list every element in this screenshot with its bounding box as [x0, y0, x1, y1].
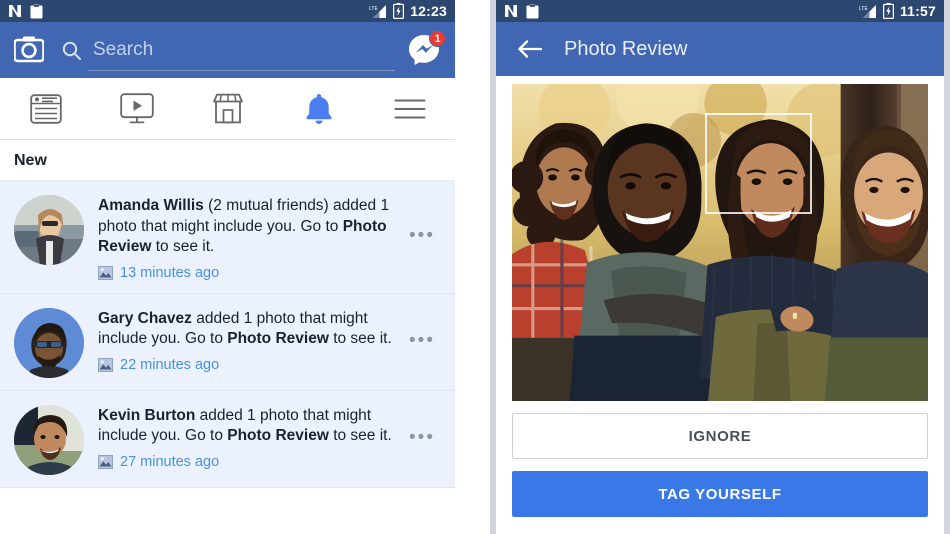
notification-text: Kevin Burton added 1 photo that might in… [98, 406, 399, 447]
notification-more-options-button[interactable]: ••• [405, 226, 445, 249]
notification-body-after: to see it. [328, 330, 392, 348]
notification-meta: 27 minutes ago [98, 454, 399, 470]
notification-body-after: to see it. [328, 427, 392, 445]
photo-container [496, 76, 944, 401]
notification-row[interactable]: Gary Chavez added 1 photo that might inc… [0, 293, 455, 391]
photo-thumbnail-icon [98, 265, 113, 280]
right-phone-panel: LTE 11:57 Photo Review IGNORE TAG YOURSE… [490, 0, 950, 534]
sidebar-item-watch[interactable] [91, 78, 182, 139]
tag-yourself-button[interactable]: TAG YOURSELF [512, 471, 928, 517]
left-status-bar: LTE 12:23 [0, 0, 455, 22]
notification-timestamp: 13 minutes ago [120, 264, 220, 281]
facebook-top-bar: 1 [0, 22, 455, 78]
svg-text:LTE: LTE [859, 6, 868, 12]
notification-body-after: to see it. [151, 238, 215, 256]
sidebar-item-menu[interactable] [364, 78, 455, 139]
notification-more-options-button[interactable]: ••• [405, 428, 445, 451]
face-tag-rectangle[interactable] [705, 112, 812, 214]
back-arrow-icon[interactable] [518, 39, 543, 59]
right-status-bar: LTE 11:57 [496, 0, 944, 22]
notification-link[interactable]: Photo Review [227, 330, 329, 347]
messenger-icon[interactable]: 1 [407, 30, 446, 67]
notification-body: Kevin Burton added 1 photo that might in… [98, 405, 399, 470]
news-feed-icon [29, 93, 62, 124]
messenger-badge: 1 [429, 30, 446, 47]
sidebar-item-notifications[interactable] [273, 78, 364, 139]
netflix-n-icon [504, 4, 518, 18]
notification-body: Gary Chavez added 1 photo that might inc… [98, 308, 399, 373]
photo-thumbnail-icon [98, 358, 113, 373]
avatar [14, 404, 84, 475]
status-right-icons: LTE 12:23 [369, 3, 447, 19]
clipboard-icon [526, 3, 539, 19]
signal-bars-icon: LTE [859, 4, 877, 19]
status-left-icons [8, 3, 43, 19]
svg-text:LTE: LTE [369, 6, 378, 12]
sidebar-item-news-feed[interactable] [0, 78, 91, 139]
notification-actor-name: Amanda Willis [98, 197, 204, 214]
notification-text: Amanda Willis (2 mutual friends) added 1… [98, 196, 399, 258]
notification-meta: 22 minutes ago [98, 357, 399, 373]
notification-row[interactable]: Amanda Willis (2 mutual friends) added 1… [0, 181, 455, 294]
search-icon [62, 41, 81, 60]
notification-mutual: (2 mutual friends) [203, 197, 329, 214]
avatar [14, 307, 84, 378]
notification-row[interactable]: Kevin Burton added 1 photo that might in… [0, 390, 455, 488]
status-right-icons: LTE 11:57 [859, 3, 936, 19]
group-photo[interactable] [512, 84, 928, 401]
status-left-icons [504, 3, 539, 19]
avatar [14, 195, 84, 265]
notification-meta: 13 minutes ago [98, 265, 399, 281]
right-status-time: 11:57 [899, 3, 936, 19]
photo-review-actions: IGNORE TAG YOURSELF [496, 401, 944, 533]
bell-icon [304, 92, 334, 126]
photo-review-header: Photo Review [496, 22, 944, 76]
notification-timestamp: 27 minutes ago [120, 454, 220, 471]
hamburger-menu-icon [393, 98, 426, 120]
notification-more-options-button[interactable]: ••• [405, 331, 445, 354]
sidebar-item-marketplace[interactable] [182, 78, 273, 139]
search-underline [88, 70, 395, 71]
photo-thumbnail-icon [98, 455, 113, 470]
video-monitor-icon [119, 92, 154, 125]
left-status-time: 12:23 [410, 3, 447, 19]
battery-charging-icon [393, 3, 405, 19]
clipboard-icon [30, 3, 43, 19]
notification-text: Gary Chavez added 1 photo that might inc… [98, 309, 399, 350]
notification-link[interactable]: Photo Review [227, 427, 329, 444]
storefront-icon [212, 93, 244, 124]
notification-timestamp: 22 minutes ago [120, 357, 220, 374]
page-title: Photo Review [564, 37, 688, 60]
notification-body: Amanda Willis (2 mutual friends) added 1… [98, 195, 399, 281]
search-bar[interactable] [62, 28, 395, 72]
panel-gutter [455, 0, 490, 534]
left-phone-panel: LTE 12:23 Search 1 New Amanda Willis (2 … [0, 0, 455, 534]
netflix-n-icon [8, 4, 22, 18]
search-input[interactable] [93, 35, 395, 65]
notification-actor-name: Kevin Burton [98, 406, 196, 424]
notification-list: Amanda Willis (2 mutual friends) added 1… [0, 181, 455, 488]
facebook-tab-bar [0, 78, 455, 140]
notification-actor-name: Gary Chavez [98, 309, 192, 327]
camera-icon[interactable] [13, 35, 45, 65]
signal-bars-icon: LTE [369, 4, 387, 19]
ignore-button[interactable]: IGNORE [512, 413, 928, 459]
dual-phone-screenshot: LTE 12:23 Search 1 New Amanda Willis (2 … [0, 0, 950, 534]
section-title-new: New [0, 140, 455, 181]
battery-charging-icon [882, 3, 894, 19]
